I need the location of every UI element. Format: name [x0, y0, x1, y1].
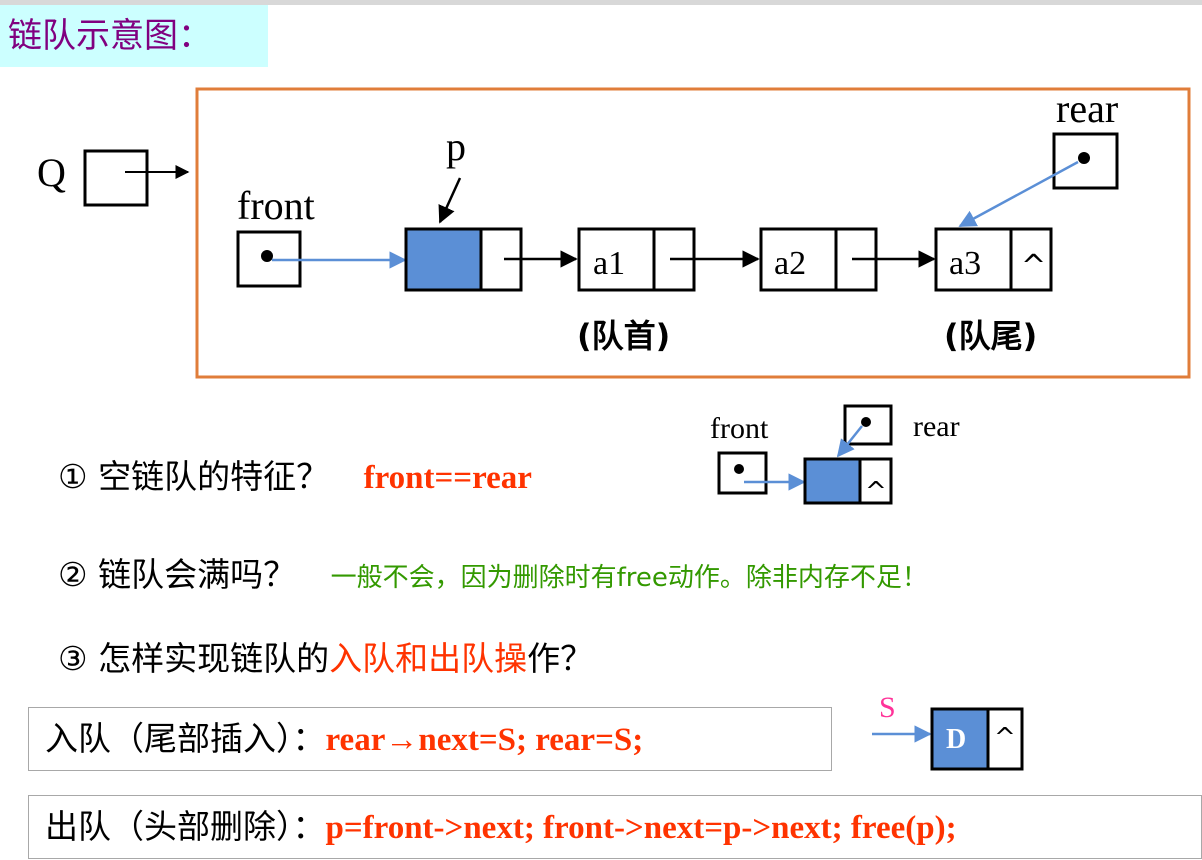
- question-3: ③ 怎样实现链队的入队和出队操作？: [58, 632, 593, 680]
- s-label: S: [879, 691, 896, 724]
- empty-rear-label: rear: [913, 410, 960, 443]
- question-3-highlight: 入队和出队操: [329, 639, 528, 678]
- question-1: ① 空链队的特征？ front==rear: [58, 450, 532, 498]
- new-node-label: D: [946, 724, 966, 755]
- rear-arrow: [958, 160, 1079, 228]
- question-1-text: ① 空链队的特征？: [58, 457, 330, 496]
- node-a3-label: a3: [949, 245, 981, 282]
- front-label: front: [237, 183, 315, 228]
- node-a2-label: a2: [774, 245, 806, 282]
- empty-node-data: [803, 457, 862, 505]
- p-label: p: [446, 124, 466, 169]
- question-3-text: ③ 怎样实现链队的: [58, 639, 330, 678]
- new-node-null: ^: [994, 723, 1016, 753]
- empty-front-box: [717, 451, 768, 495]
- rear-dot: [1078, 152, 1090, 164]
- dequeue-code: p=front->next; front->next=p->next; free…: [325, 810, 957, 846]
- enqueue-box: 入队（尾部插入）：rear→next=S; rear=S;: [28, 707, 832, 771]
- question-2: ② 链队会满吗？ 一般不会，因为删除时有free动作。除非内存不足！: [58, 548, 928, 596]
- rear-label: rear: [1056, 86, 1118, 131]
- head-node-data: [404, 227, 483, 292]
- enqueue-code: rear→next=S; rear=S;: [325, 722, 644, 758]
- question-3-tail: 作？: [527, 639, 594, 678]
- question-1-answer: front==rear: [363, 460, 532, 496]
- dequeue-label: 出队（头部删除）：: [45, 807, 326, 846]
- q-box: [83, 149, 149, 207]
- head-label: (队首): [577, 317, 670, 355]
- node-a3-null: ^: [1021, 249, 1046, 284]
- question-2-answer: 一般不会，因为删除时有free动作。除非内存不足！: [330, 563, 928, 593]
- tail-label: (队尾): [944, 317, 1037, 355]
- dequeue-box: 出队（头部删除）：p=front->next; front->next=p->n…: [28, 795, 1202, 859]
- empty-node-null: ^: [865, 477, 887, 507]
- q-label: Q: [37, 150, 66, 195]
- front-dot: [261, 250, 273, 262]
- enqueue-label: 入队（尾部插入）：: [45, 719, 326, 758]
- question-2-text: ② 链队会满吗？: [58, 555, 297, 594]
- empty-front-label: front: [710, 412, 769, 445]
- node-a1-label: a1: [593, 245, 625, 282]
- p-arrow: [438, 177, 462, 224]
